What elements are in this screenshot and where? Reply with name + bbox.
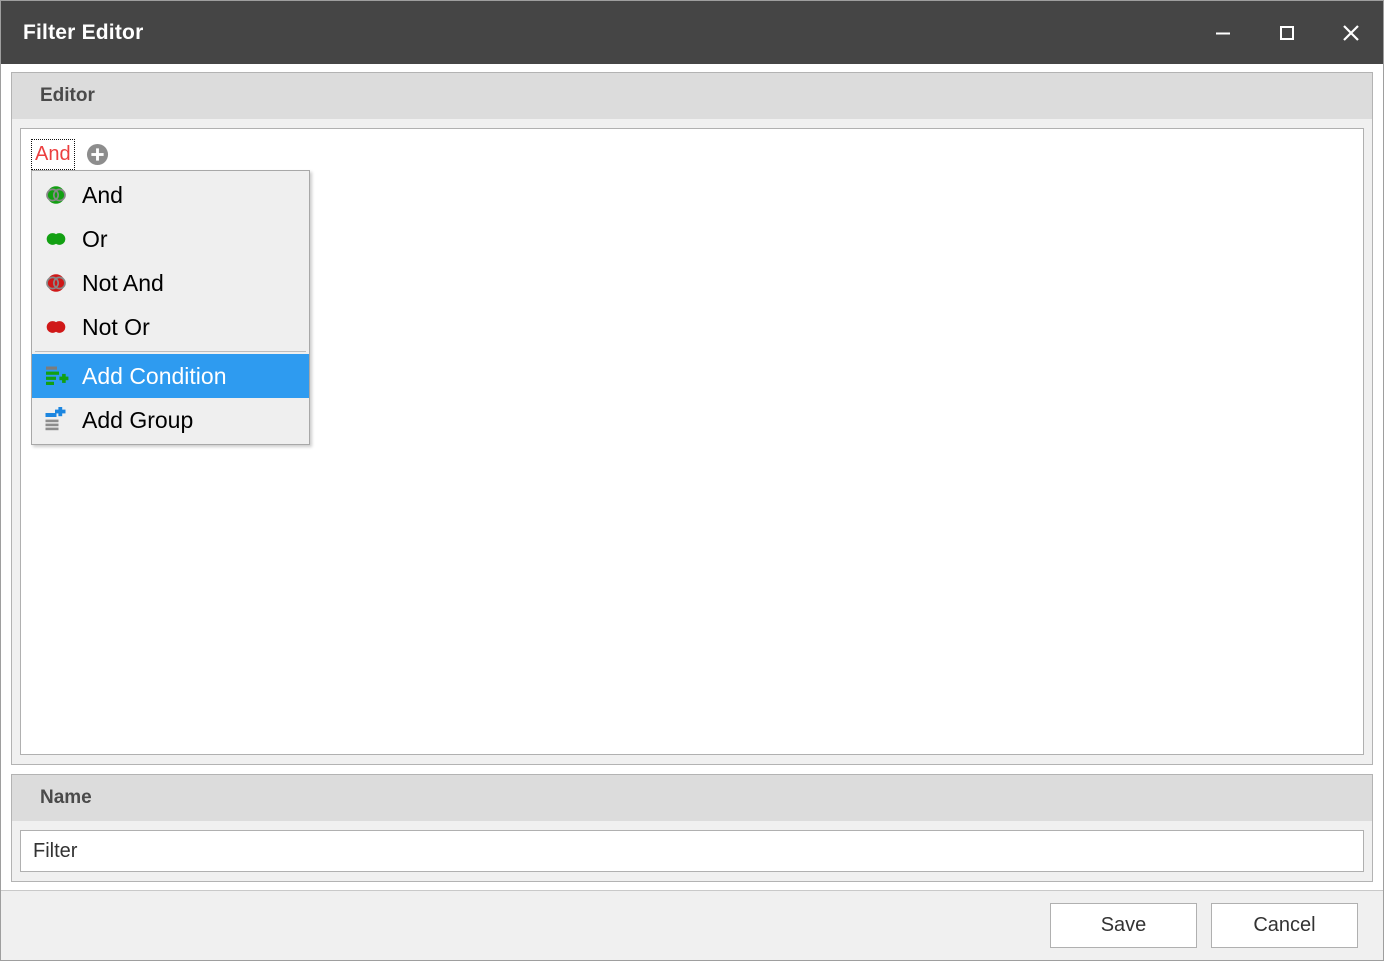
save-button[interactable]: Save [1050,903,1197,948]
menu-separator [35,351,306,352]
filter-editor-canvas[interactable]: And And Or Not And Not Or Add Condition … [20,128,1364,755]
minimize-button[interactable] [1191,1,1255,64]
menu-item-label: And [82,181,123,208]
root-operator-chip[interactable]: And [31,138,75,170]
cancel-button[interactable]: Cancel [1211,903,1358,948]
close-button[interactable] [1319,1,1383,64]
menu-item-add-condition[interactable]: Add Condition [32,354,309,398]
minimize-icon [1216,32,1230,34]
menu-item-label: Not Or [82,313,150,340]
add-condition-icon [46,366,69,385]
name-group-body [12,821,1372,881]
venn-and-icon [46,186,66,204]
editor-group-header: Editor [12,73,1372,119]
menu-item-not-or[interactable]: Not Or [32,305,309,349]
filter-editor-window: Filter Editor Editor And And Or Not And … [0,0,1384,961]
filter-name-input[interactable] [20,830,1364,872]
name-group: Name [11,774,1373,882]
menu-item-label: Add Group [82,406,194,433]
add-node-button[interactable] [86,143,109,166]
window-title: Filter Editor [23,20,144,44]
menu-item-and[interactable]: And [32,173,309,217]
filter-root-row: And [31,138,1353,170]
editor-group-body: And And Or Not And Not Or Add Condition … [12,119,1372,764]
menu-item-not-and[interactable]: Not And [32,261,309,305]
menu-item-label: Or [82,225,108,252]
add-group-icon [45,407,66,431]
maximize-icon [1280,25,1294,40]
name-group-header: Name [12,775,1372,821]
window-controls [1191,1,1383,64]
operator-dropdown-menu[interactable]: And Or Not And Not Or Add Condition Add … [31,170,310,445]
menu-item-add-group[interactable]: Add Group [32,398,309,442]
venn-not-and-icon [46,274,66,292]
dialog-footer: Save Cancel [1,890,1383,960]
dialog-content: Editor And And Or Not And Not Or Add Con… [1,64,1383,882]
close-icon [1343,24,1359,41]
venn-not-or-icon [46,321,66,333]
menu-item-or[interactable]: Or [32,217,309,261]
title-bar: Filter Editor [1,1,1383,64]
menu-item-label: Add Condition [82,362,227,389]
menu-item-label: Not And [82,269,164,296]
maximize-button[interactable] [1255,1,1319,64]
editor-group: Editor And And Or Not And Not Or Add Con… [11,72,1373,765]
venn-or-icon [46,233,66,245]
